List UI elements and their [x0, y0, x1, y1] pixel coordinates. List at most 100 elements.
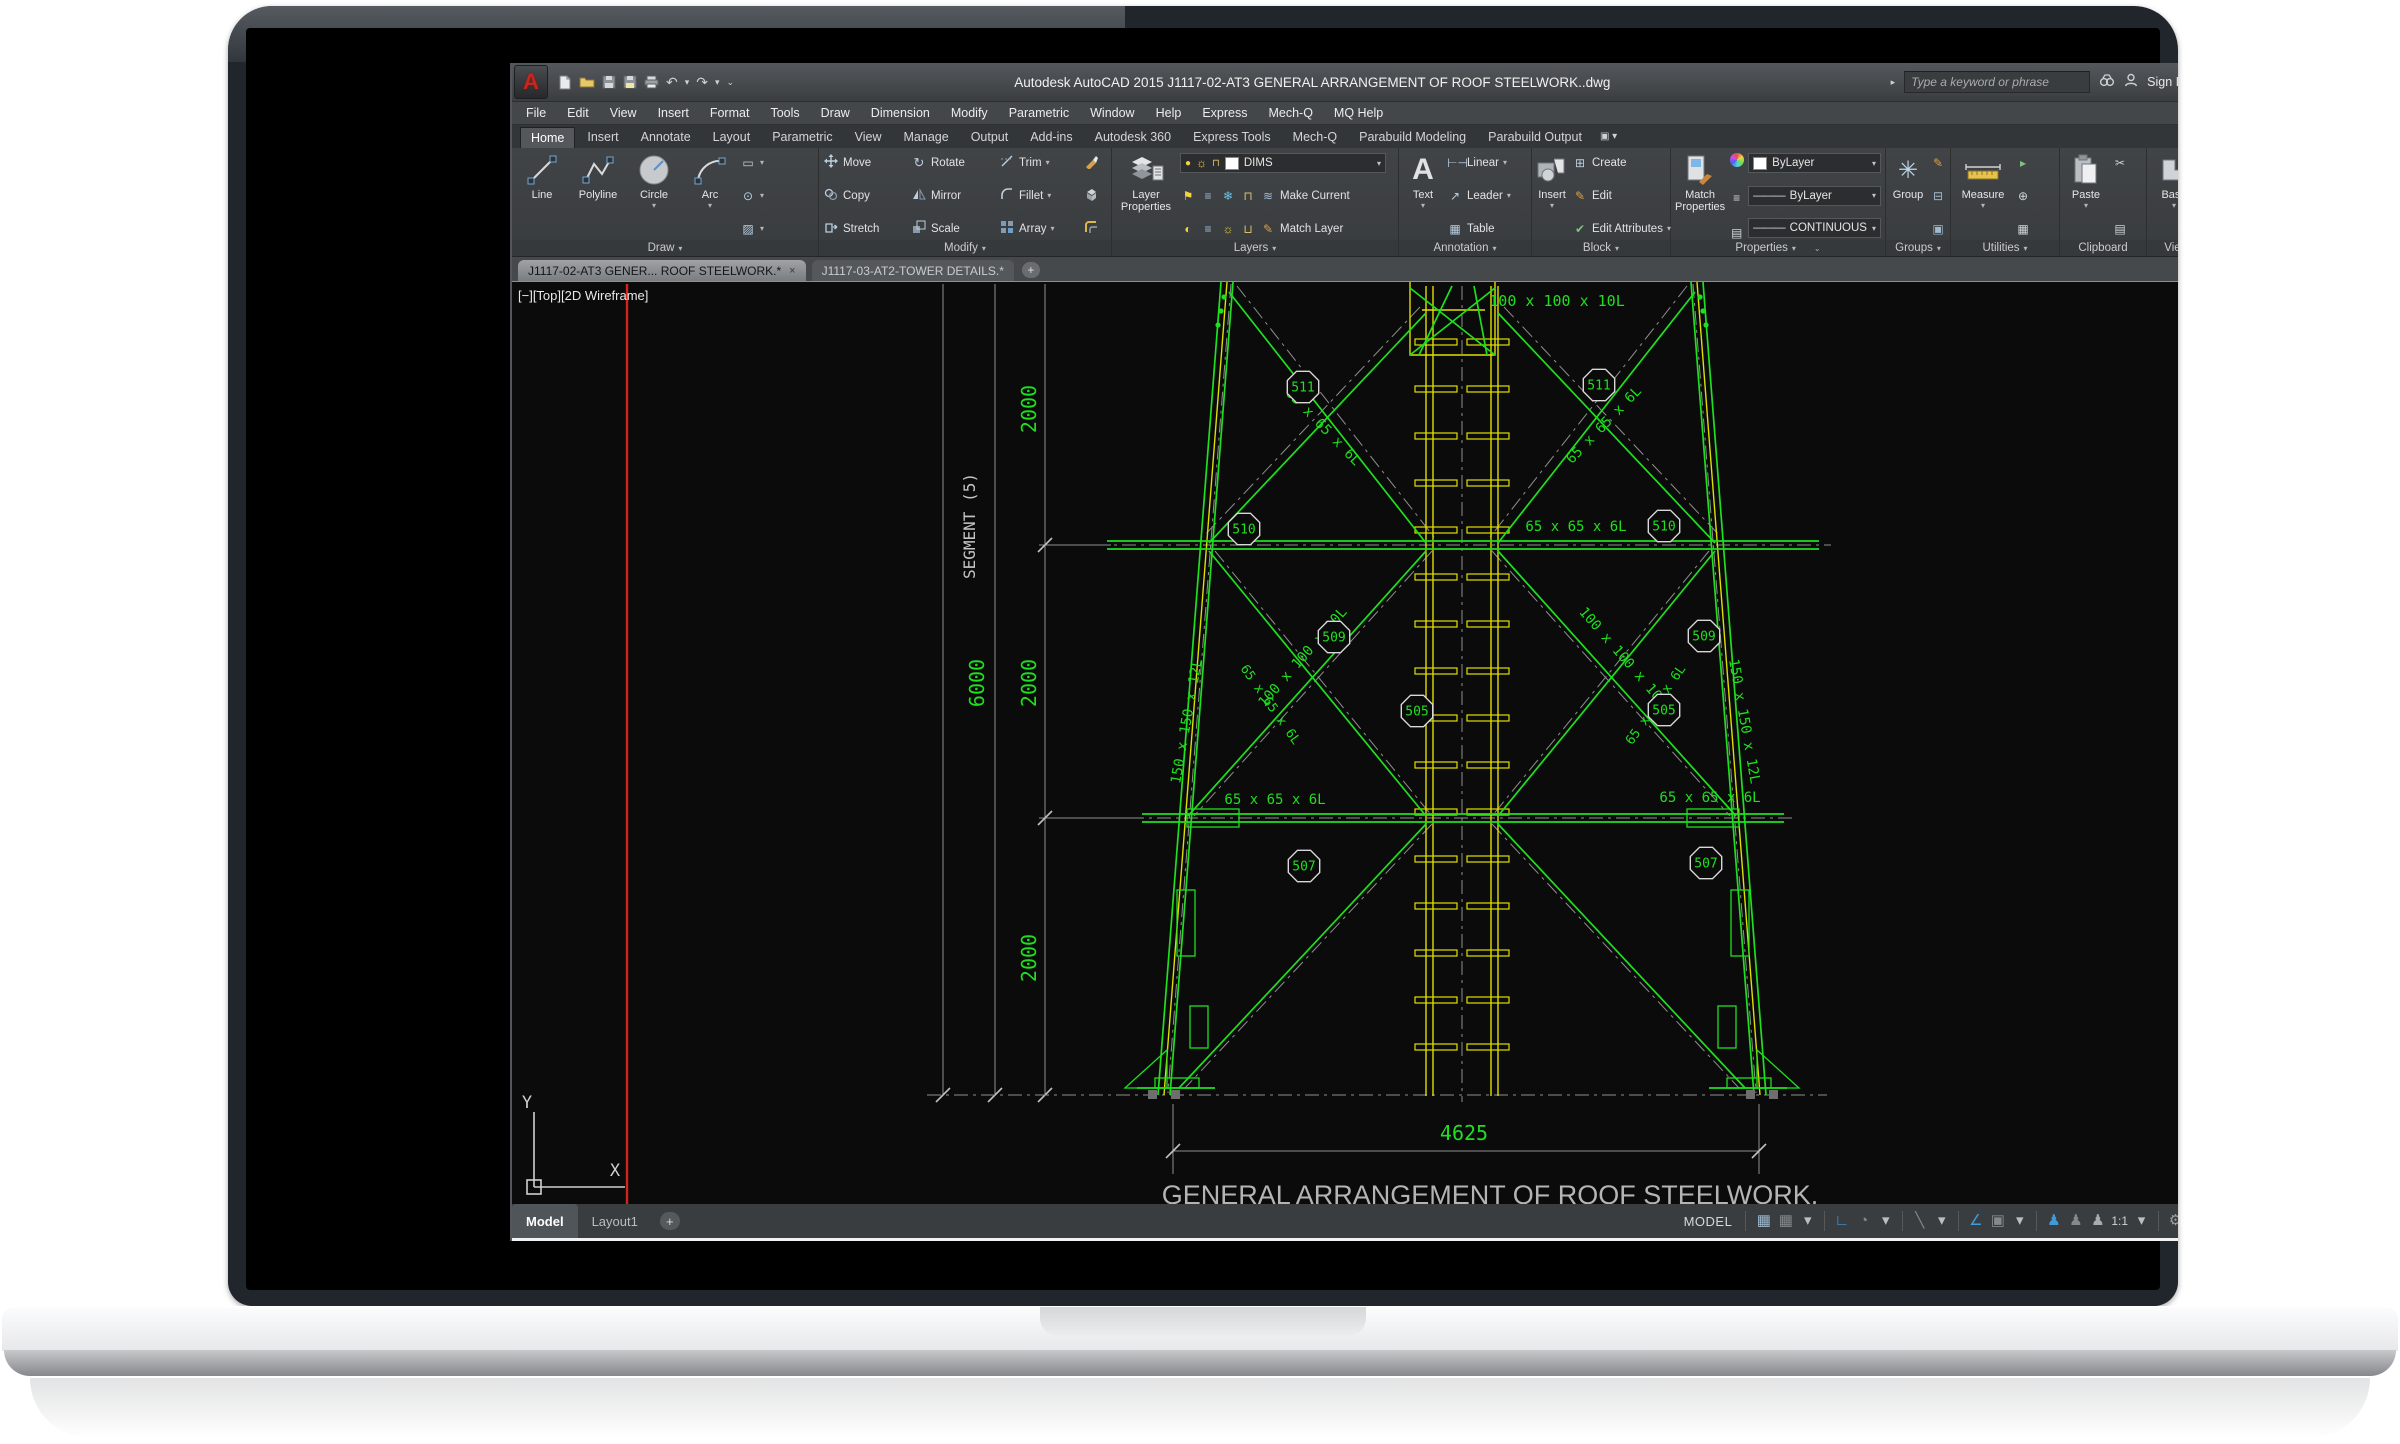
menu-mq-help[interactable]: MQ Help — [1334, 106, 1383, 120]
array-button[interactable]: Array ▾ — [999, 219, 1081, 238]
group-button[interactable]: ✳ Group — [1890, 151, 1926, 240]
linear-dimension-button[interactable]: ⊢⊣ Linear ▾ — [1447, 153, 1511, 172]
layer-freeze-icon[interactable]: ≡ — [1200, 189, 1216, 203]
linetype-caret-icon[interactable]: ▾ — [1872, 224, 1876, 233]
polar-caret-icon[interactable]: ▾ — [1877, 1208, 1894, 1234]
layer-sun-icon[interactable]: ☼ — [1220, 222, 1236, 236]
circle-button[interactable]: Circle ▾ — [628, 151, 680, 240]
plot-icon[interactable] — [644, 75, 659, 89]
ribbon-tab-express-tools[interactable]: Express Tools — [1183, 127, 1281, 148]
circle-caret-icon[interactable]: ▾ — [652, 201, 656, 210]
layer-properties-button[interactable]: Layer Properties — [1116, 151, 1176, 240]
model-space-badge[interactable]: MODEL — [1684, 1214, 1733, 1229]
rectangle-caret-icon[interactable]: ▾ — [760, 158, 764, 167]
object-snap-icon[interactable]: ▣ — [1989, 1208, 2006, 1234]
workspace-gear-icon[interactable]: ⚙ — [2167, 1208, 2178, 1234]
viewcube[interactable]: ⌂ N W E S ▾ ▴ ▸ ◂ TOP ▾ WCS▾ — [2177, 292, 2178, 492]
grid-display-icon[interactable]: ▦ — [1755, 1208, 1772, 1234]
panel-title-draw[interactable]: Draw ▾ — [512, 240, 818, 256]
rectangle-icon[interactable]: ▭ — [740, 156, 756, 170]
leader-button[interactable]: ↗ Leader ▾ — [1447, 186, 1511, 205]
panel-title-groups[interactable]: Groups ▾ — [1886, 240, 1950, 256]
menu-parametric[interactable]: Parametric — [1009, 106, 1069, 120]
scale-value[interactable]: 1:1 — [2111, 1214, 2128, 1228]
polyline-button[interactable]: Polyline — [572, 151, 624, 240]
menu-file[interactable]: File — [526, 106, 546, 120]
scale-button[interactable]: Scale — [911, 219, 997, 238]
ortho-icon[interactable]: ∟ — [1833, 1208, 1850, 1234]
edit-attributes-button[interactable]: ✔ Edit Attributes ▾ — [1572, 219, 1671, 238]
ellipse-icon[interactable]: ⊙ — [740, 189, 756, 203]
new-file-icon[interactable] — [558, 75, 572, 90]
measure-button[interactable]: Measure ▾ — [1955, 151, 2011, 240]
make-current-button[interactable]: Make Current — [1280, 190, 1350, 202]
redo-icon[interactable]: ↷ — [696, 74, 708, 91]
trim-caret-icon[interactable]: ▾ — [1046, 158, 1050, 167]
file-tab-2[interactable]: J1117-03-AT2-TOWER DETAILS.* — [811, 260, 1014, 281]
search-expand-icon[interactable]: ▸ — [1891, 77, 1896, 88]
ribbon-tab-autodesk-360[interactable]: Autodesk 360 — [1085, 127, 1181, 148]
menu-edit[interactable]: Edit — [567, 106, 589, 120]
ellipse-caret-icon[interactable]: ▾ — [760, 191, 764, 200]
move-button[interactable]: Move — [823, 153, 909, 172]
match-layer-button[interactable]: Match Layer — [1280, 223, 1343, 235]
linetype-dropdown[interactable]: ——— CONTINUOUS ▾ — [1748, 218, 1881, 238]
make-current-icon[interactable]: ≋ — [1260, 189, 1276, 203]
fillet-caret-icon[interactable]: ▾ — [1047, 191, 1051, 200]
linear-caret-icon[interactable]: ▾ — [1503, 158, 1507, 167]
layer-dropdown[interactable]: ● ☼ ⊓ DIMS ▾ — [1180, 153, 1386, 173]
leader-caret-icon[interactable]: ▾ — [1507, 191, 1511, 200]
snap-caret-icon[interactable]: ▾ — [1799, 1208, 1816, 1234]
properties-launcher-icon[interactable]: ⌄ — [1814, 244, 1821, 253]
layer-snowflake-icon[interactable]: ❄ — [1220, 189, 1236, 203]
undo-icon[interactable]: ↶ — [666, 74, 678, 91]
text-button[interactable]: A Text ▾ — [1403, 151, 1443, 240]
viewport-controls[interactable]: [−][Top][2D Wireframe] — [518, 288, 648, 303]
layer-thaw-all-icon[interactable]: ≡ — [1200, 222, 1216, 236]
menu-modify[interactable]: Modify — [951, 106, 988, 120]
arc-button[interactable]: Arc ▾ — [684, 151, 736, 240]
menu-dimension[interactable]: Dimension — [871, 106, 930, 120]
fillet-button[interactable]: Fillet ▾ — [999, 186, 1081, 205]
save-icon[interactable] — [602, 75, 616, 89]
ungroup-icon[interactable]: ⊟ — [1930, 189, 1946, 203]
match-layer-icon[interactable]: ✎ — [1260, 222, 1276, 236]
stretch-button[interactable]: Stretch — [823, 219, 909, 238]
panel-title-clipboard[interactable]: Clipboard — [2060, 240, 2146, 256]
offset-icon[interactable] — [1083, 220, 1099, 238]
panel-title-layers[interactable]: Layers ▾ — [1112, 240, 1398, 256]
lineweight-dropdown[interactable]: ——— ByLayer ▾ — [1748, 185, 1881, 206]
save-as-icon[interactable] — [623, 75, 637, 89]
search-binoculars-icon[interactable] — [2099, 73, 2115, 92]
layer-dropdown-caret-icon[interactable]: ▾ — [1377, 159, 1381, 168]
layer-unisolate-icon[interactable]: ◐ — [1180, 222, 1196, 236]
redo-caret-icon[interactable]: ▾ — [715, 77, 720, 88]
id-point-icon[interactable]: ⊕ — [2015, 189, 2031, 203]
menu-insert[interactable]: Insert — [658, 106, 689, 120]
snap-grid-icon[interactable]: ▦ — [1777, 1208, 1794, 1234]
menu-view[interactable]: View — [610, 106, 637, 120]
ribbon-tab-parametric[interactable]: Parametric — [762, 127, 842, 148]
model-tab[interactable]: Model — [512, 1204, 578, 1238]
ribbon-tab-insert[interactable]: Insert — [577, 127, 628, 148]
ribbon-tab-view[interactable]: View — [845, 127, 892, 148]
group-edit-icon[interactable]: ✎ — [1930, 156, 1946, 170]
menu-mech-q[interactable]: Mech-Q — [1268, 106, 1312, 120]
lineweight-caret-icon[interactable]: ▾ — [1872, 191, 1876, 200]
user-icon[interactable] — [2124, 73, 2138, 92]
file-tab-active[interactable]: J1117-02-AT3 GENER... ROOF STEELWORK.* × — [518, 260, 806, 281]
ribbon-tab-parabuild-modeling[interactable]: Parabuild Modeling — [1349, 127, 1476, 148]
group-select-icon[interactable]: ▣ — [1930, 222, 1946, 236]
new-drawing-tab-button[interactable]: + — [1021, 262, 1040, 278]
menu-format[interactable]: Format — [710, 106, 750, 120]
ribbon-tab-home[interactable]: Home — [520, 127, 576, 148]
annotation-autoscale-icon[interactable]: ♟ — [2067, 1208, 2084, 1234]
ribbon-tab-annotate[interactable]: Annotate — [631, 127, 701, 148]
isodraft-icon[interactable]: ╲ — [1911, 1208, 1928, 1234]
ribbon-tab-parabuild-output[interactable]: Parabuild Output — [1478, 127, 1592, 148]
ribbon-tab-layout[interactable]: Layout — [703, 127, 761, 148]
panel-title-utilities[interactable]: Utilities ▾ — [1951, 240, 2059, 256]
mirror-button[interactable]: Mirror — [911, 186, 997, 205]
explode-icon[interactable] — [1083, 187, 1099, 205]
arc-caret-icon[interactable]: ▾ — [708, 201, 712, 210]
